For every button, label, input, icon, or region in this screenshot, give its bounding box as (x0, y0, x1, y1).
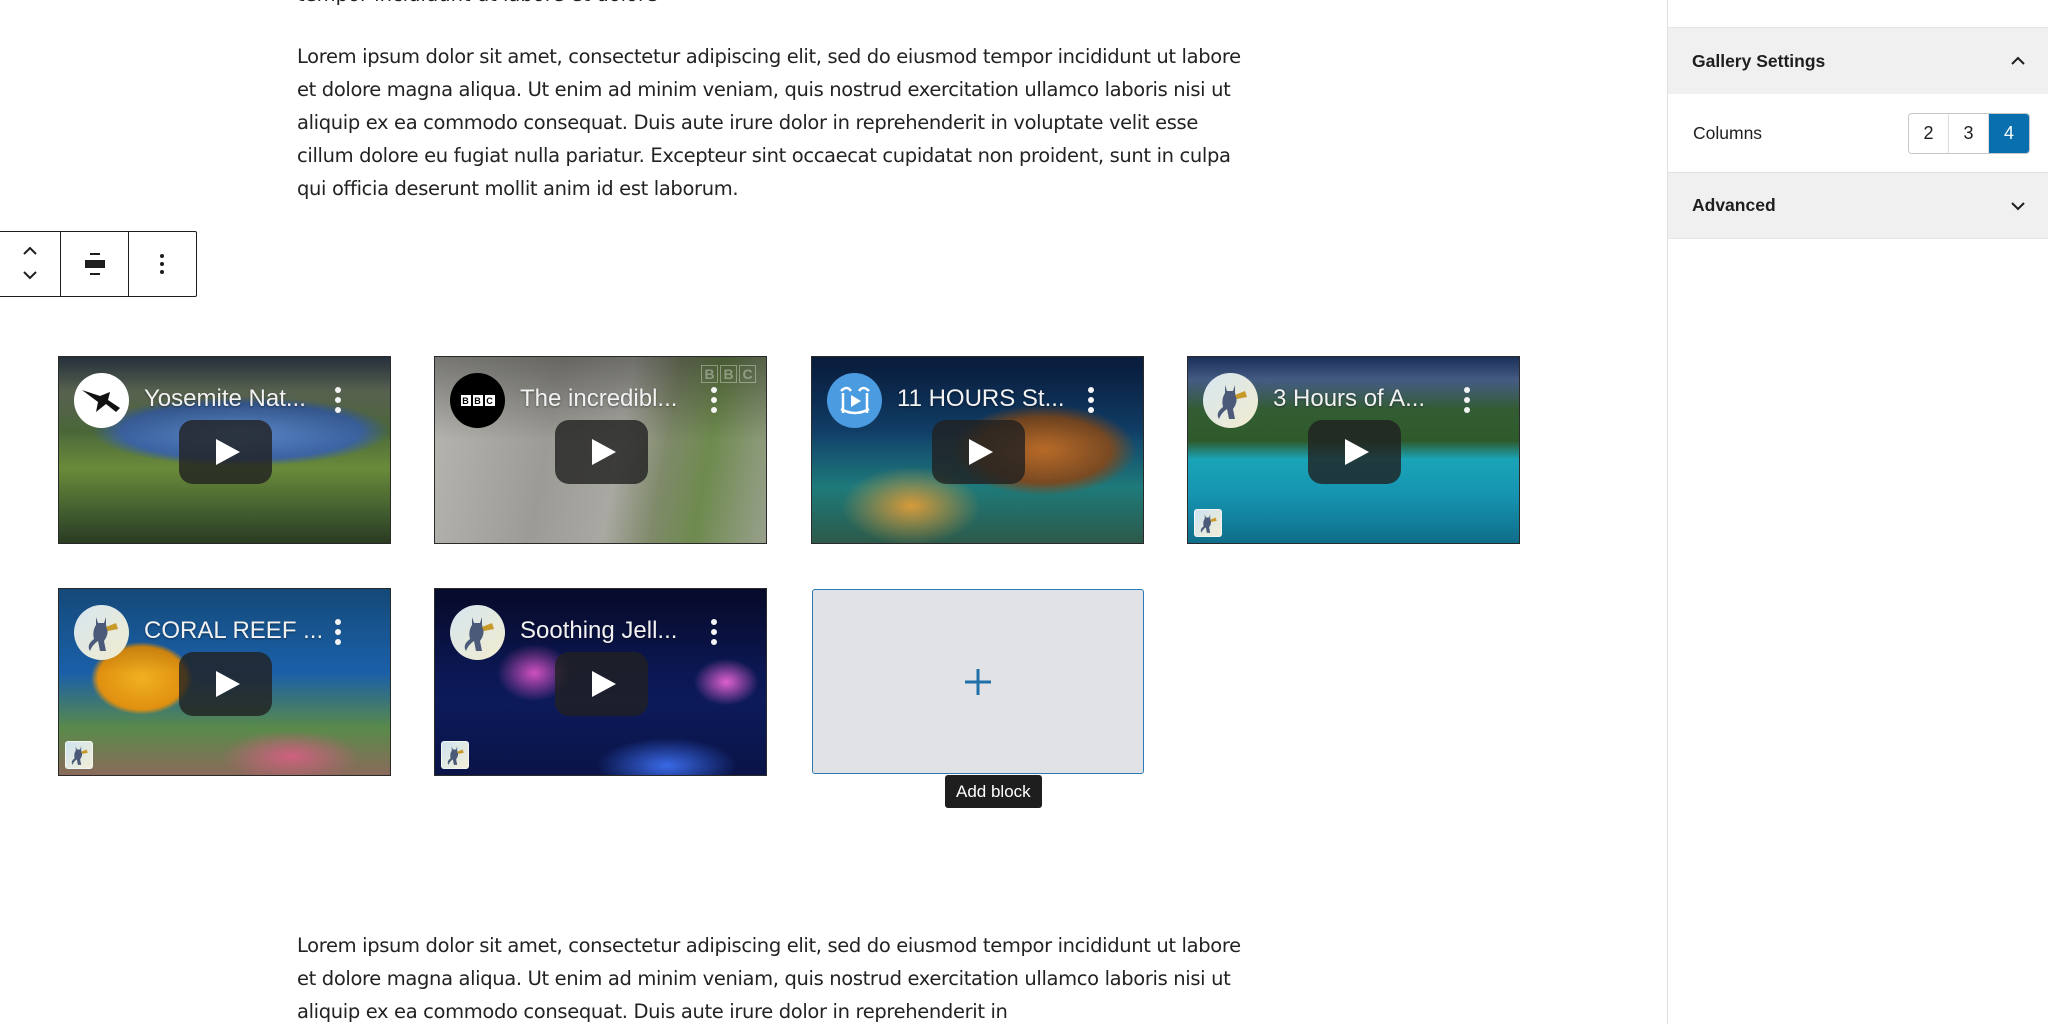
settings-sidebar: Gallery Settings Columns 2 3 4 Advanced (1667, 0, 2048, 1024)
play-button[interactable] (555, 652, 648, 716)
video-embed-coral-reef[interactable]: CORAL REEF ... (58, 588, 391, 776)
more-options-button[interactable] (129, 232, 195, 296)
align-button[interactable] (61, 232, 129, 296)
play-button[interactable] (932, 420, 1025, 484)
cat-trumpet-icon (464, 616, 494, 651)
chevron-up-icon (22, 246, 37, 255)
cat-trumpet-icon (447, 746, 464, 765)
video-embed-yosemite[interactable]: Yosemite Nat... (58, 356, 391, 544)
gallery-settings-body: Columns 2 3 4 (1668, 94, 2048, 173)
move-down-button[interactable] (22, 267, 38, 285)
channel-avatar[interactable] (74, 373, 129, 428)
advanced-title: Advanced (1692, 195, 1776, 215)
play-icon (592, 671, 616, 697)
video-title[interactable]: The incredibl... (520, 385, 677, 413)
bird-icon (81, 389, 120, 412)
video-title[interactable]: 11 HOURS St... (897, 385, 1065, 413)
channel-badge[interactable] (441, 741, 469, 769)
channel-avatar[interactable] (74, 605, 129, 660)
bbc-watermark: B B C (701, 365, 756, 383)
gallery-settings-title: Gallery Settings (1692, 50, 1826, 71)
video-menu-icon[interactable] (333, 387, 343, 413)
columns-toggle-group: 2 3 4 (1908, 112, 2030, 154)
bbc-logo-icon: BBC (460, 395, 495, 406)
video-menu-icon[interactable] (1086, 387, 1096, 413)
paragraph-block-top[interactable]: Lorem ipsum dolor sit amet, consectetur … (297, 40, 1257, 205)
palm-play-icon (839, 386, 870, 414)
play-icon (969, 439, 993, 465)
align-center-icon (84, 253, 105, 275)
plus-icon (965, 668, 991, 695)
sidebar-top-area (1668, 0, 2048, 28)
video-title[interactable]: CORAL REEF ... (144, 617, 323, 645)
play-icon (216, 671, 240, 697)
cat-trumpet-icon (71, 746, 88, 765)
play-icon (592, 439, 616, 465)
channel-avatar[interactable] (1203, 373, 1258, 428)
video-embed-bbc[interactable]: BBC The incredibl... B B C (434, 356, 767, 544)
video-title[interactable]: Yosemite Nat... (144, 385, 306, 413)
columns-option-3[interactable]: 3 (1949, 113, 1989, 153)
columns-label: Columns (1693, 122, 1763, 143)
paragraph-clipped[interactable]: tempor incididunt ut labore et dolore ma… (297, 0, 697, 11)
video-embed-sea-turtle[interactable]: 11 HOURS St... (811, 356, 1144, 544)
more-vertical-icon (160, 254, 164, 274)
advanced-toggle[interactable]: Advanced (1668, 173, 2048, 239)
cat-trumpet-icon (88, 616, 118, 651)
paragraph-block-bottom[interactable]: Lorem ipsum dolor sit amet, consectetur … (297, 929, 1257, 1024)
columns-option-4[interactable]: 4 (1989, 113, 2029, 153)
play-button[interactable] (1308, 420, 1401, 484)
play-button[interactable] (179, 652, 272, 716)
channel-badge[interactable] (65, 741, 93, 769)
video-embed-river[interactable]: 3 Hours of A... (1187, 356, 1520, 544)
video-menu-icon[interactable] (709, 619, 719, 645)
block-toolbar (0, 231, 197, 297)
gallery-settings-toggle[interactable]: Gallery Settings (1668, 28, 2048, 94)
add-block-button[interactable] (812, 589, 1144, 774)
cat-trumpet-icon (1200, 514, 1217, 533)
video-title[interactable]: 3 Hours of A... (1273, 385, 1425, 413)
play-button[interactable] (179, 420, 272, 484)
play-icon (1345, 439, 1369, 465)
video-embed-jellyfish[interactable]: Soothing Jell... (434, 588, 767, 776)
play-button[interactable] (555, 420, 648, 484)
block-mover (0, 232, 61, 296)
chevron-down-icon (22, 271, 37, 280)
video-menu-icon[interactable] (709, 387, 719, 413)
chevron-up-icon (2011, 56, 2025, 65)
video-title[interactable]: Soothing Jell... (520, 617, 677, 645)
play-icon (216, 439, 240, 465)
video-menu-icon[interactable] (333, 619, 343, 645)
channel-avatar[interactable] (450, 605, 505, 660)
channel-avatar[interactable] (827, 373, 882, 428)
move-up-button[interactable] (22, 243, 38, 261)
channel-badge[interactable] (1194, 509, 1222, 537)
video-menu-icon[interactable] (1462, 387, 1472, 413)
columns-option-2[interactable]: 2 (1909, 113, 1949, 153)
channel-avatar[interactable]: BBC (450, 373, 505, 428)
cat-trumpet-icon (1217, 384, 1247, 419)
chevron-down-icon (2011, 201, 2025, 210)
editor-canvas: tempor incididunt ut labore et dolore ma… (0, 0, 1667, 1024)
add-block-tooltip: Add block (945, 775, 1042, 808)
